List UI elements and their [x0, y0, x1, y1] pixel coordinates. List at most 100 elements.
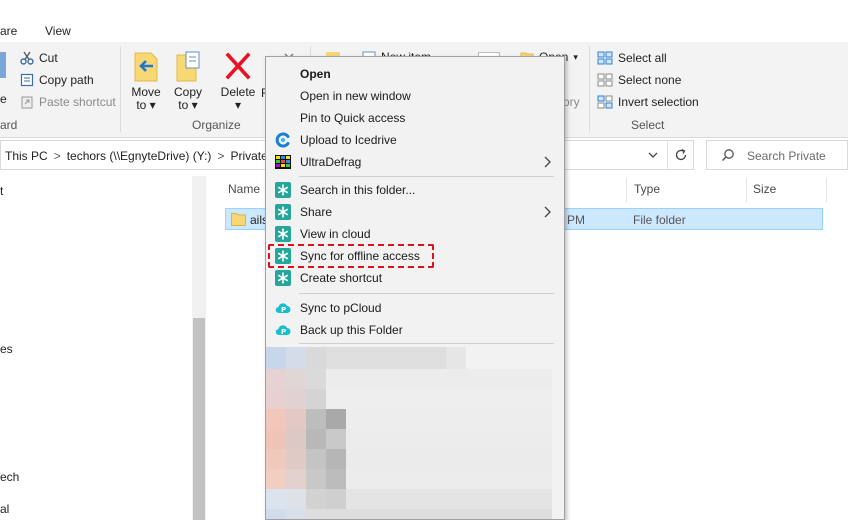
menu-item-label: UltraDefrag	[300, 155, 362, 169]
column-divider[interactable]	[826, 178, 827, 202]
column-header-type[interactable]: Type	[634, 182, 660, 196]
delete-label: Delete ▾	[220, 85, 256, 112]
search-box[interactable]: Search Private	[706, 140, 848, 170]
copy-path-button[interactable]: Copy path	[20, 73, 94, 87]
menu-item-open-new-window[interactable]: Open in new window	[266, 85, 564, 107]
nav-item-fragment[interactable]: t	[0, 184, 3, 198]
paste-icon[interactable]	[0, 52, 6, 78]
menu-item-label: Open	[300, 67, 331, 81]
open-dropdown-icon[interactable]: ▾	[573, 52, 578, 63]
nav-item-fragment[interactable]: es	[0, 342, 13, 356]
menu-item-pin-quick-access[interactable]: Pin to Quick access	[266, 107, 564, 129]
move-to-button[interactable]: Move to ▾	[130, 50, 162, 112]
copy-to-label: Copy to ▾	[173, 85, 202, 112]
menu-item-label: Sync for offline access	[300, 249, 420, 263]
paste-shortcut-label: Paste shortcut	[39, 95, 116, 109]
copy-to-line2: to	[178, 98, 189, 112]
column-divider[interactable]	[746, 178, 747, 202]
address-history-button[interactable]	[641, 141, 665, 169]
menu-item-label: Create shortcut	[300, 271, 383, 285]
menu-item-label: Share	[300, 205, 333, 219]
menu-item-create-shortcut[interactable]: Create shortcut	[266, 267, 564, 289]
menu-item-view-in-cloud[interactable]: View in cloud	[266, 223, 564, 245]
nav-scrollbar[interactable]	[192, 176, 206, 520]
invert-selection-label: Invert selection	[618, 95, 699, 109]
menu-item-upload-icedrive[interactable]: Upload to Icedrive	[266, 129, 564, 151]
select-none-icon	[597, 73, 613, 87]
copy-path-label: Copy path	[39, 73, 94, 87]
menu-item-sync-offline[interactable]: Sync for offline access	[266, 245, 564, 267]
copy-to-button[interactable]: Copy to ▾	[172, 50, 204, 112]
tab-share[interactable]: are	[0, 24, 17, 38]
menu-item-label: Open in new window	[300, 89, 411, 103]
folder-icon	[231, 213, 246, 226]
paste-shortcut-button[interactable]: Paste shortcut	[20, 95, 116, 109]
paste-shortcut-icon	[21, 96, 33, 109]
column-header-size[interactable]: Size	[753, 182, 776, 196]
menu-item-ultradefrag[interactable]: UltraDefrag	[266, 151, 564, 173]
column-header-name[interactable]: Name	[228, 182, 260, 196]
menu-item-label: Search in this folder...	[300, 183, 416, 197]
breadcrumb-drive[interactable]: techors (\\EgnyteDrive) (Y:)	[67, 149, 212, 163]
file-type: File folder	[633, 213, 686, 227]
svg-text:P: P	[281, 306, 286, 314]
nav-item-fragment[interactable]: ech	[0, 470, 19, 484]
move-to-line2: to	[136, 98, 147, 112]
breadcrumb-this-pc[interactable]: This PC	[5, 149, 48, 163]
delete-text: Delete	[220, 85, 256, 99]
menu-item-open[interactable]: Open	[266, 63, 564, 85]
egnyte-icon	[275, 226, 291, 242]
menu-item-label: Pin to Quick access	[300, 111, 406, 125]
pcloud-icon: P	[275, 303, 291, 314]
ribbon-divider	[589, 46, 590, 132]
menu-item-label: Upload to Icedrive	[300, 133, 397, 147]
select-all-label: Select all	[618, 51, 667, 65]
pcloud-icon: P	[275, 325, 291, 336]
invert-selection-button[interactable]: Invert selection	[597, 95, 699, 109]
nav-item-fragment[interactable]: al	[0, 502, 9, 516]
copy-path-icon	[20, 73, 34, 87]
select-all-button[interactable]: Select all	[597, 51, 667, 65]
nav-scrollbar-thumb[interactable]	[193, 318, 205, 520]
organize-group-label: Organize	[192, 118, 241, 132]
clipboard-group-label: ard	[0, 118, 18, 132]
refresh-button[interactable]	[667, 141, 693, 169]
menu-item-sync-pcloud[interactable]: P Sync to pCloud	[266, 297, 564, 319]
breadcrumb-private[interactable]: Private	[230, 149, 267, 163]
file-date: PM	[567, 213, 585, 227]
redacted-menu-area	[266, 347, 564, 519]
menu-separator	[299, 176, 554, 177]
breadcrumb-separator[interactable]: >	[217, 149, 224, 163]
delete-button[interactable]: Delete ▾	[218, 50, 258, 112]
history-label-fragment[interactable]: ory	[563, 95, 580, 109]
search-placeholder: Search Private	[747, 149, 826, 163]
column-divider[interactable]	[626, 178, 627, 202]
icedrive-icon	[275, 132, 290, 148]
select-group-label: Select	[631, 118, 665, 132]
paste-label-fragment[interactable]: e	[0, 92, 7, 106]
chevron-right-icon	[544, 206, 551, 218]
menu-item-search-folder[interactable]: Search in this folder...	[266, 179, 564, 201]
move-to-icon	[134, 52, 158, 82]
menu-separator	[299, 293, 554, 294]
menu-separator	[299, 343, 554, 344]
menu-item-label: View in cloud	[300, 227, 371, 241]
chevron-down-icon	[648, 152, 658, 158]
menu-item-backup-folder[interactable]: P Back up this Folder	[266, 319, 564, 341]
chevron-right-icon	[544, 156, 551, 168]
copy-to-icon	[176, 51, 200, 82]
menu-item-share[interactable]: Share	[266, 201, 564, 223]
ribbon-divider	[120, 46, 121, 132]
select-none-button[interactable]: Select none	[597, 73, 681, 87]
egnyte-icon	[275, 270, 291, 286]
breadcrumb: This PC > techors (\\EgnyteDrive) (Y:) >…	[5, 149, 268, 163]
egnyte-icon	[275, 204, 291, 220]
move-to-label: Move to ▾	[131, 85, 161, 112]
breadcrumb-separator[interactable]: >	[54, 149, 61, 163]
cut-label: Cut	[39, 51, 58, 65]
cut-button[interactable]: Cut	[20, 51, 58, 65]
ultradefrag-icon	[275, 155, 291, 169]
select-all-icon	[597, 51, 613, 65]
refresh-icon	[675, 148, 686, 161]
tab-view[interactable]: View	[45, 24, 71, 38]
